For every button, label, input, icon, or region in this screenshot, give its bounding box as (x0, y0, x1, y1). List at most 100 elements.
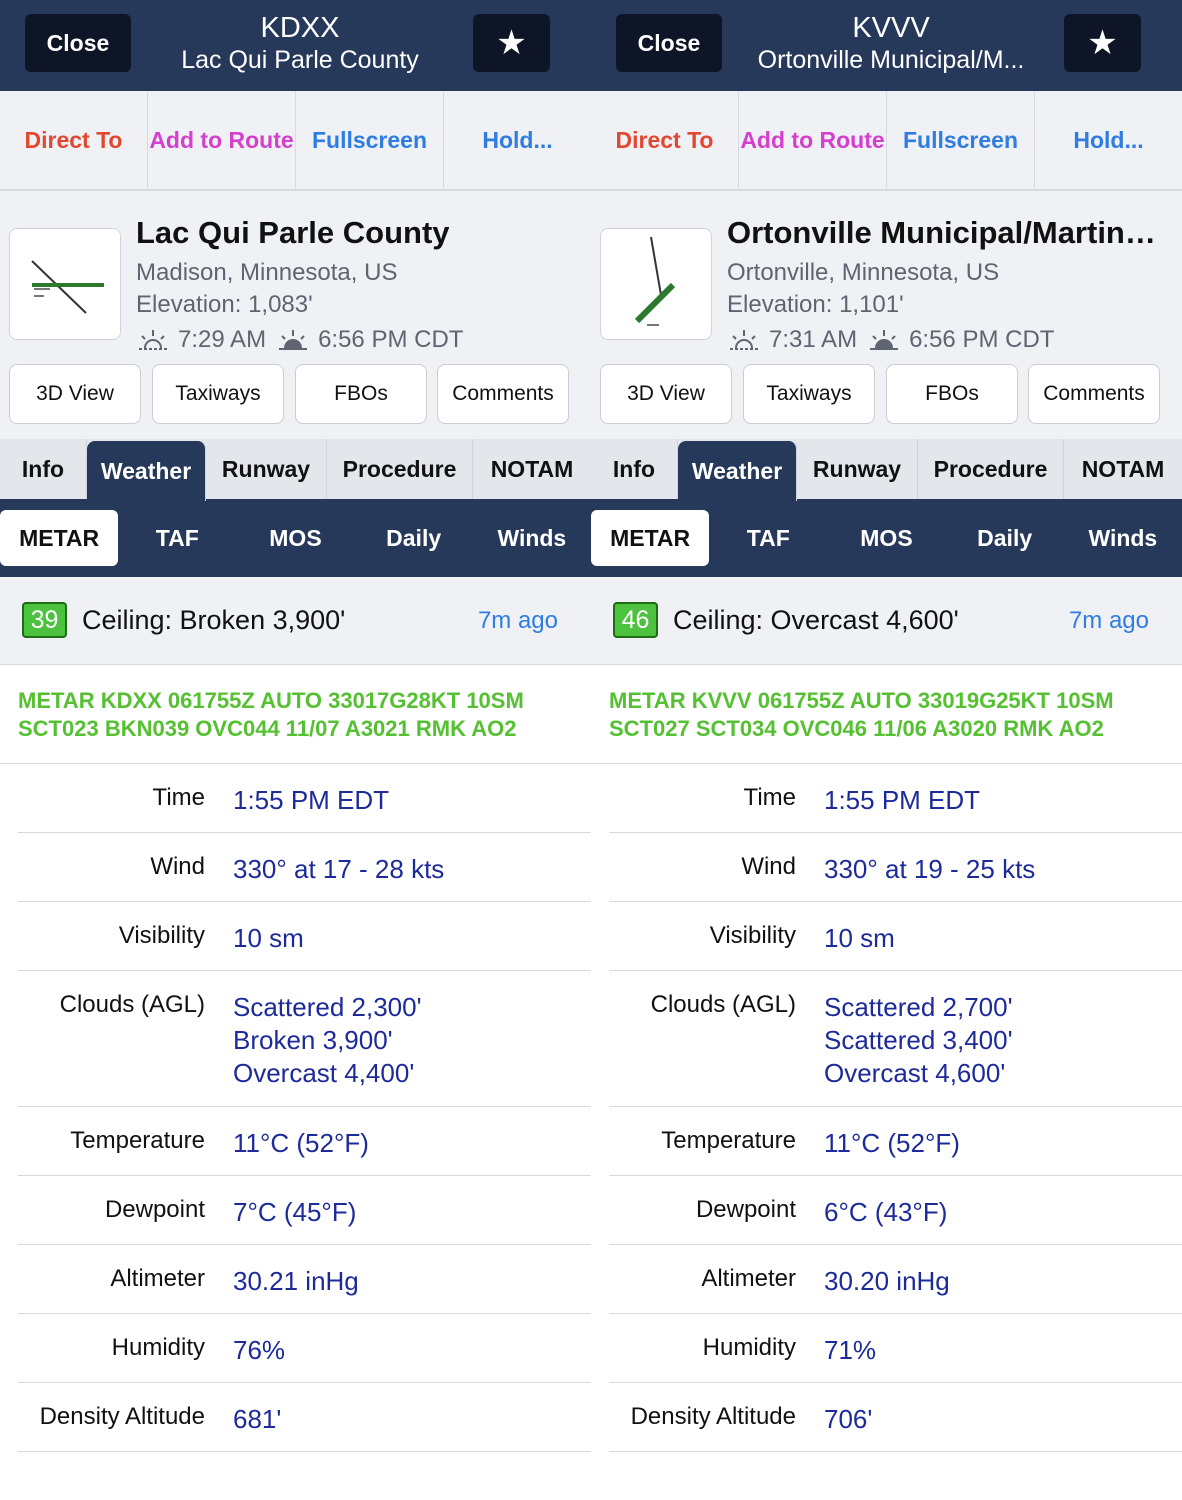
row-value: 330° at 19 - 25 kts (824, 854, 1036, 884)
sunset-time: 6:56 PM CDT (318, 326, 464, 353)
subtab-taf[interactable]: TAF (118, 525, 236, 552)
star-icon[interactable]: ★ (473, 14, 550, 72)
airport-location: Madison, Minnesota, US (136, 259, 398, 286)
metar-details: Time 1:55 PM EDT Wind 330° at 19 - 25 kt… (591, 764, 1182, 1452)
subtab-daily[interactable]: Daily (946, 525, 1064, 552)
add-to-route-button[interactable]: Add to Route (739, 91, 887, 189)
3d-view-button[interactable]: 3D View (600, 364, 732, 424)
subtab-winds[interactable]: Winds (1064, 525, 1182, 552)
tab-weather[interactable]: Weather (678, 441, 797, 501)
row-label: Clouds (AGL) (650, 991, 796, 1018)
close-button[interactable]: Close (616, 14, 722, 72)
row-value: 706' (824, 1404, 873, 1434)
panel-header: Close KVVV Ortonville Municipal/M... ★ (591, 0, 1182, 91)
subtab-mos[interactable]: MOS (236, 525, 354, 552)
report-age: 7m ago (477, 607, 558, 634)
row-label: Dewpoint (695, 1196, 796, 1223)
sunrise-time: 7:29 AM (178, 326, 267, 353)
row-label: Humidity (702, 1334, 796, 1361)
sunset-icon (279, 330, 308, 350)
row-value: 30.20 inHg (824, 1266, 950, 1296)
flight-category-badge: 46 (613, 602, 658, 638)
close-button[interactable]: Close (25, 14, 131, 72)
row-visibility: Visibility 10 sm (609, 902, 1182, 971)
panel-header: Close KDXX Lac Qui Parle County ★ (0, 0, 591, 91)
split-view: Close KDXX Lac Qui Parle County ★ Direct… (0, 0, 1182, 1500)
row-humidity: Humidity 71% (609, 1314, 1182, 1383)
taxiways-button[interactable]: Taxiways (152, 364, 284, 424)
hold-button[interactable]: Hold... (1035, 91, 1182, 189)
row-value: Scattered 2,300' Broken 3,900' Overcast … (205, 971, 422, 1106)
row-dewpoint: Dewpoint 7°C (45°F) (18, 1176, 591, 1245)
taxiways-button[interactable]: Taxiways (743, 364, 875, 424)
subtab-mos[interactable]: MOS (827, 525, 945, 552)
tab-procedure[interactable]: Procedure (327, 439, 473, 499)
airport-elevation: Elevation: 1,101' (727, 291, 904, 318)
airport-panel-left: Close KDXX Lac Qui Parle County ★ Direct… (0, 0, 591, 1500)
row-altimeter: Altimeter 30.20 inHg (609, 1245, 1182, 1314)
runway-diagram-icon (31, 260, 104, 314)
row-label: Dewpoint (104, 1196, 205, 1223)
fullscreen-button[interactable]: Fullscreen (296, 91, 444, 189)
comments-button[interactable]: Comments (1028, 364, 1160, 424)
sunset-time: 6:56 PM CDT (909, 326, 1055, 353)
fbos-button[interactable]: FBOs (295, 364, 427, 424)
hold-button[interactable]: Hold... (444, 91, 591, 189)
tab-info[interactable]: Info (591, 439, 678, 499)
tab-procedure[interactable]: Procedure (918, 439, 1064, 499)
subtab-daily[interactable]: Daily (355, 525, 473, 552)
tab-runway[interactable]: Runway (797, 439, 918, 499)
row-visibility: Visibility 10 sm (18, 902, 591, 971)
tab-runway[interactable]: Runway (206, 439, 327, 499)
row-value: 30.21 inHg (233, 1266, 359, 1296)
sun-times: 7:29 AM 6:56 PM CDT (136, 326, 463, 354)
row-value: 11°C (52°F) (824, 1128, 960, 1158)
row-time: Time 1:55 PM EDT (18, 764, 591, 833)
tab-notam[interactable]: NOTAM (1064, 439, 1182, 499)
sun-times: 7:31 AM 6:56 PM CDT (727, 326, 1054, 354)
row-value: 76% (233, 1335, 286, 1365)
row-label: Density Altitude (630, 1403, 796, 1430)
action-bar: Direct To Add to Route Fullscreen Hold..… (591, 91, 1182, 191)
row-density-altitude: Density Altitude 681' (18, 1383, 591, 1452)
3d-view-button[interactable]: 3D View (9, 364, 141, 424)
airport-panel-right: Close KVVV Ortonville Municipal/M... ★ D… (591, 0, 1182, 1500)
row-wind: Wind 330° at 19 - 25 kts (609, 833, 1182, 902)
cloud-layer: Scattered 3,400' (824, 1025, 1013, 1055)
row-label: Visibility (709, 922, 796, 949)
airport-ident: KDXX (260, 12, 340, 44)
comments-button[interactable]: Comments (437, 364, 569, 424)
row-value: 6°C (43°F) (824, 1197, 948, 1227)
tab-info[interactable]: Info (0, 439, 87, 499)
tab-weather[interactable]: Weather (87, 441, 206, 501)
sunrise-icon (139, 330, 167, 350)
row-density-altitude: Density Altitude 706' (609, 1383, 1182, 1452)
airport-location: Ortonville, Minnesota, US (727, 259, 1000, 286)
direct-to-button[interactable]: Direct To (0, 91, 148, 189)
airport-diagram-thumbnail[interactable] (9, 228, 121, 340)
ceiling-text: Ceiling: Overcast 4,600' (673, 605, 959, 635)
row-time: Time 1:55 PM EDT (609, 764, 1182, 833)
subtab-winds[interactable]: Winds (473, 525, 591, 552)
subtab-metar[interactable]: METAR (591, 510, 710, 566)
weather-subtabs: METAR TAF MOS Daily Winds (591, 499, 1182, 577)
metar-raw: METAR KDXX 061755Z AUTO 33017G28KT 10SM … (0, 665, 591, 764)
direct-to-button[interactable]: Direct To (591, 91, 739, 189)
cloud-layer: Broken 3,900' (233, 1025, 393, 1055)
subtab-metar[interactable]: METAR (0, 510, 119, 566)
airport-diagram-thumbnail[interactable] (600, 228, 712, 340)
subtab-taf[interactable]: TAF (709, 525, 827, 552)
add-to-route-button[interactable]: Add to Route (148, 91, 296, 189)
tab-bar: Info Weather Runway Procedure NOTAM (0, 439, 591, 501)
row-label: Wind (741, 853, 796, 880)
sunset-icon (870, 330, 899, 350)
star-icon[interactable]: ★ (1064, 14, 1141, 72)
row-label: Temperature (661, 1127, 796, 1154)
tab-notam[interactable]: NOTAM (473, 439, 591, 499)
header-title: KVVV Ortonville Municipal/M... (726, 12, 1056, 76)
header-title: KDXX Lac Qui Parle County (135, 12, 465, 76)
row-humidity: Humidity 76% (18, 1314, 591, 1383)
cloud-layer: Overcast 4,400' (233, 1058, 415, 1088)
fbos-button[interactable]: FBOs (886, 364, 1018, 424)
fullscreen-button[interactable]: Fullscreen (887, 91, 1035, 189)
